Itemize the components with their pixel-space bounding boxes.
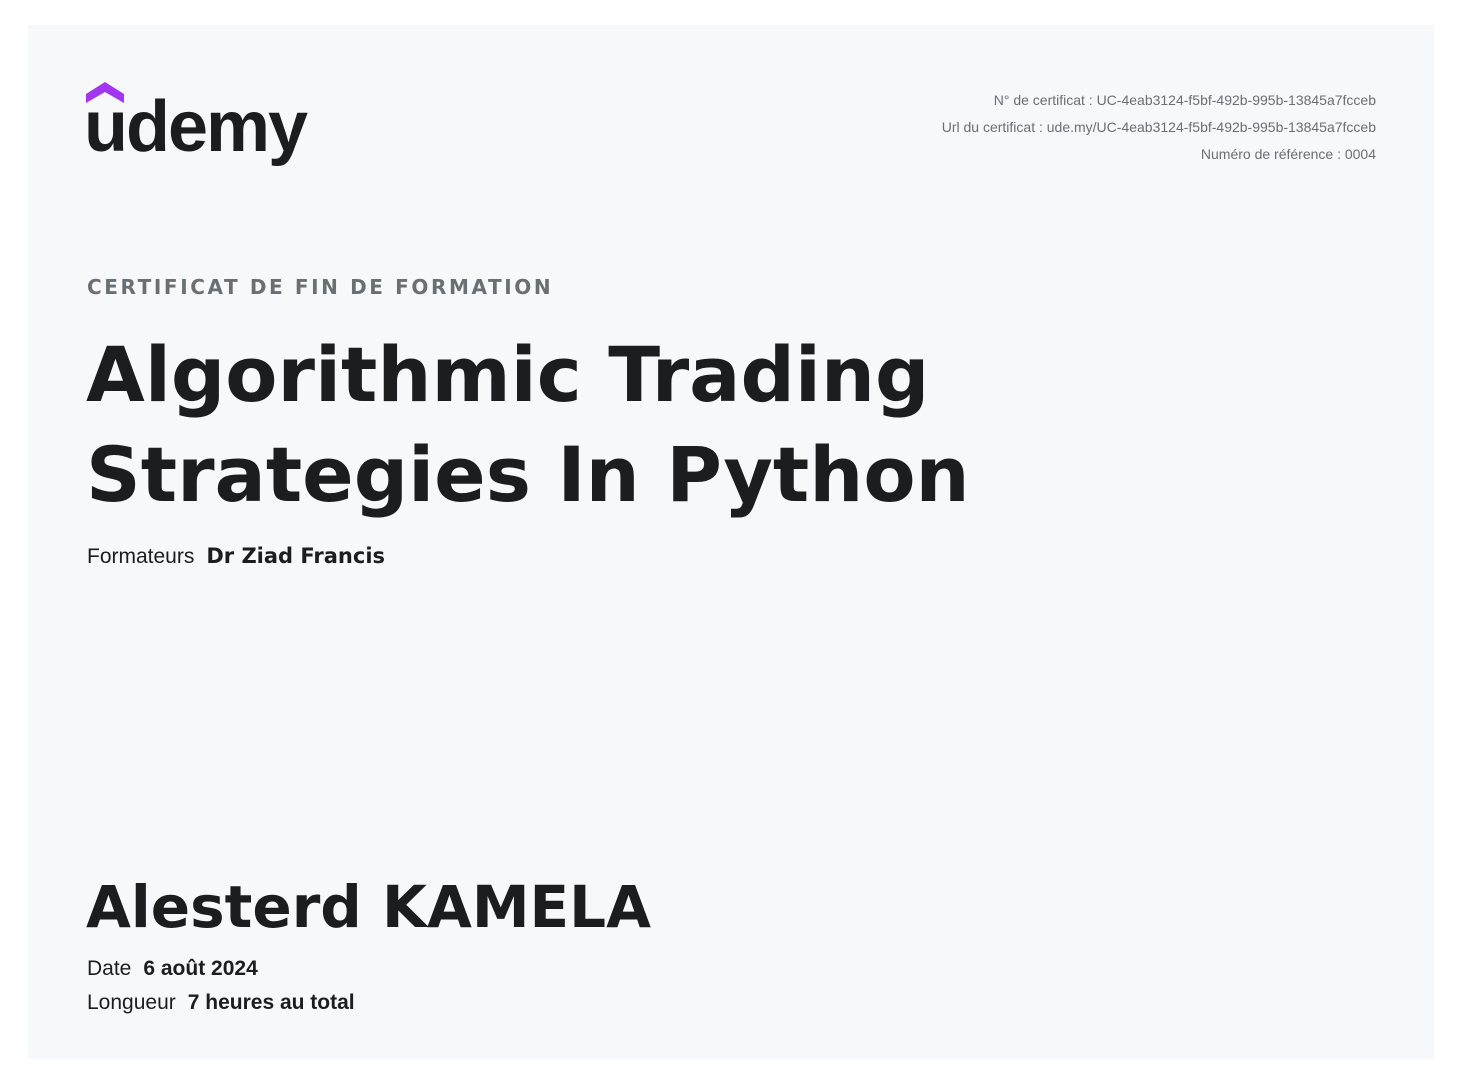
certificate-url: Url du certificat : ude.my/UC-4eab3124-f… xyxy=(941,119,1376,135)
certificate-meta: N° de certificat : UC-4eab3124-f5bf-492b… xyxy=(942,87,1376,168)
udemy-logo: udemy xyxy=(86,81,326,177)
length-value: 7 heures au total xyxy=(187,991,355,1014)
course-title-line-1: Algorithmic Trading xyxy=(86,330,930,419)
reference-number: Numéro de référence : 0004 xyxy=(1200,146,1376,162)
udemy-logo-graphic: udemy xyxy=(86,82,310,167)
length-label: Longueur xyxy=(87,991,176,1014)
instructors-row: Formateurs Dr Ziad Francis xyxy=(87,544,385,569)
instructors-label: Formateurs xyxy=(87,545,195,568)
student-name: Alesterd KAMELA xyxy=(86,873,652,941)
date-row: Date 6 août 2024 xyxy=(87,953,258,984)
certificate-heading: CERTIFICAT DE FIN DE FORMATION xyxy=(87,275,554,299)
length-row: Longueur 7 heures au total xyxy=(87,987,355,1018)
course-title: Algorithmic Trading Strategies In Python xyxy=(86,325,1186,525)
instructor-name: Dr Ziad Francis xyxy=(206,544,386,568)
certificate-number: N° de certificat : UC-4eab3124-f5bf-492b… xyxy=(993,92,1376,108)
udemy-logo-wordmark: udemy xyxy=(86,87,308,167)
date-value: 6 août 2024 xyxy=(143,957,258,980)
certificate-sheet: udemy N° de certificat : UC-4eab3124-f5b… xyxy=(28,25,1434,1059)
course-title-line-2: Strategies In Python xyxy=(86,430,970,519)
date-label: Date xyxy=(87,957,132,980)
